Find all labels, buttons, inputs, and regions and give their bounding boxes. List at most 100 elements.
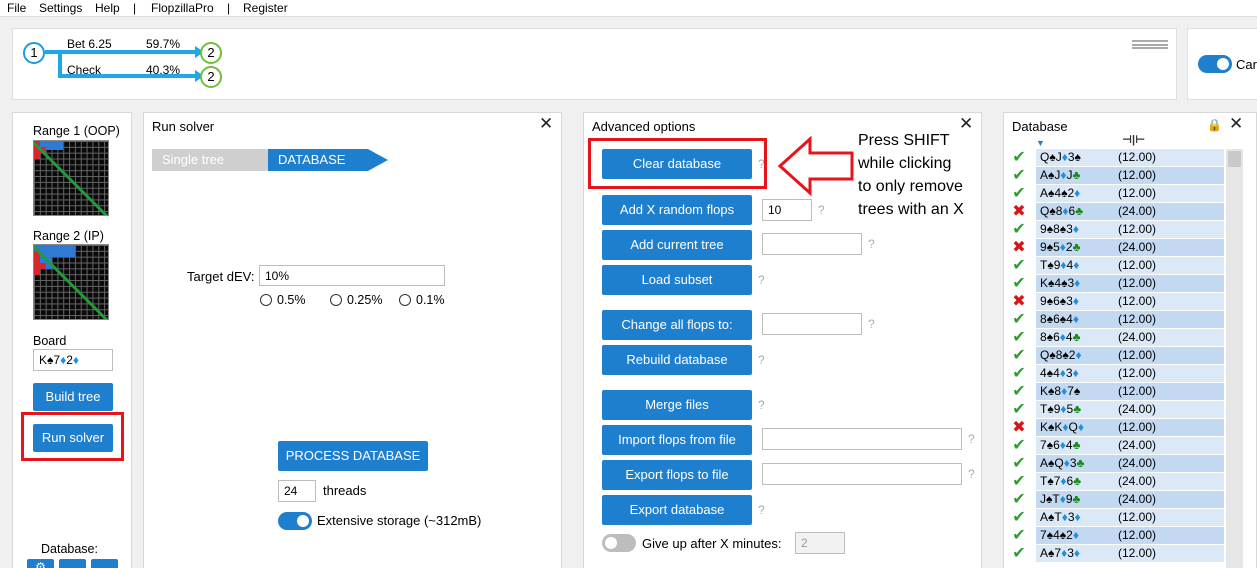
list-item[interactable]: ✔ A♠Q♦3♣ (24.00) [1004, 455, 1244, 473]
checkmark-icon[interactable]: ✔ [1010, 167, 1028, 185]
list-item[interactable]: ✔ K♠4♠3♦ (12.00) [1004, 275, 1244, 293]
list-item[interactable]: ✔ 8♠6♦4♣ (24.00) [1004, 329, 1244, 347]
help-icon[interactable]: ? [758, 353, 765, 367]
menu-settings[interactable]: Settings [39, 1, 82, 15]
give-up-toggle[interactable] [602, 534, 636, 552]
checkmark-icon[interactable]: ✔ [1010, 473, 1028, 491]
checkmark-icon[interactable]: ✔ [1010, 149, 1028, 167]
menu-help[interactable]: Help [95, 1, 120, 15]
export-database-button[interactable]: Export database [602, 495, 752, 525]
checkmark-icon[interactable]: ✔ [1010, 185, 1028, 203]
checkmark-icon[interactable]: ✔ [1010, 257, 1028, 275]
help-icon[interactable]: ? [868, 237, 875, 251]
import-flops-input[interactable] [762, 428, 962, 450]
list-item[interactable]: ✔ 8♠6♠4♦ (12.00) [1004, 311, 1244, 329]
random-flops-count-input[interactable]: 10 [762, 199, 812, 221]
list-item[interactable]: ✔ K♠8♦7♠ (12.00) [1004, 383, 1244, 401]
checkmark-icon[interactable]: ✔ [1010, 383, 1028, 401]
checkmark-icon[interactable]: ✔ [1010, 509, 1028, 527]
give-up-minutes-input[interactable]: 2 [795, 532, 845, 554]
checkmark-icon[interactable]: ✔ [1010, 221, 1028, 239]
checkmark-icon[interactable]: ✔ [1010, 527, 1028, 545]
export-flops-input[interactable] [762, 463, 962, 485]
import-flops-button[interactable]: Import flops from file [602, 425, 752, 455]
database-tool-icon[interactable] [91, 559, 118, 568]
close-icon[interactable]: ✕ [1229, 114, 1243, 134]
list-item[interactable]: ✔ J♠T♦9♣ (24.00) [1004, 491, 1244, 509]
checkmark-icon[interactable]: ✔ [1010, 311, 1028, 329]
target-dev-input[interactable]: 10% [259, 265, 445, 286]
menu-file[interactable]: File [7, 1, 26, 15]
card-toggle[interactable] [1198, 55, 1232, 73]
database-tool-icon[interactable] [59, 559, 86, 568]
range2-matrix[interactable] [33, 244, 109, 320]
help-icon[interactable]: ? [758, 273, 765, 287]
list-item[interactable]: ✖ 9♠6♠3♦ (12.00) [1004, 293, 1244, 311]
checkmark-icon[interactable]: ✔ [1010, 437, 1028, 455]
list-item[interactable]: ✔ Q♠J♦3♠ (12.00) [1004, 149, 1244, 167]
list-item[interactable]: ✖ K♠K♦Q♦ (12.00) [1004, 419, 1244, 437]
list-item[interactable]: ✖ Q♠8♦6♣ (24.00) [1004, 203, 1244, 221]
help-icon[interactable]: ? [968, 467, 975, 481]
weight-icon[interactable]: ⊣|⊢ [1122, 133, 1145, 146]
list-item[interactable]: ✔ T♠9♦4♦ (12.00) [1004, 257, 1244, 275]
x-mark-icon[interactable]: ✖ [1010, 419, 1028, 437]
database-scrollbar[interactable] [1226, 149, 1243, 568]
help-icon[interactable]: ? [758, 503, 765, 517]
radio-05[interactable] [260, 294, 272, 306]
radio-01[interactable] [399, 294, 411, 306]
checkmark-icon[interactable]: ✔ [1010, 401, 1028, 419]
build-tree-button[interactable]: Build tree [33, 383, 113, 411]
menu-register[interactable]: Register [243, 1, 288, 15]
list-item[interactable]: ✔ A♠7♦3♦ (12.00) [1004, 545, 1244, 563]
change-all-flops-input[interactable] [762, 313, 862, 335]
checkmark-icon[interactable]: ✔ [1010, 491, 1028, 509]
list-item[interactable]: ✔ 7♠6♦4♣ (24.00) [1004, 437, 1244, 455]
close-icon[interactable]: ✕ [539, 114, 553, 134]
list-item[interactable]: ✔ 4♠4♦3♦ (12.00) [1004, 365, 1244, 383]
list-item[interactable]: ✔ T♠9♦5♣ (24.00) [1004, 401, 1244, 419]
menu-flopzillapro[interactable]: FlopzillaPro [151, 1, 214, 15]
checkmark-icon[interactable]: ✔ [1010, 365, 1028, 383]
change-all-flops-button[interactable]: Change all flops to: [602, 310, 752, 340]
threads-input[interactable]: 24 [278, 480, 316, 502]
help-icon[interactable]: ? [968, 432, 975, 446]
list-item[interactable]: ✔ 7♠4♠2♦ (12.00) [1004, 527, 1244, 545]
load-subset-button[interactable]: Load subset [602, 265, 752, 295]
checkmark-icon[interactable]: ✔ [1010, 329, 1028, 347]
extensive-storage-toggle[interactable] [278, 512, 312, 530]
export-flops-button[interactable]: Export flops to file [602, 460, 752, 490]
sort-icon[interactable]: ▼ [1036, 138, 1045, 148]
tree-child-node-check[interactable]: 2 [200, 66, 222, 88]
add-current-tree-button[interactable]: Add current tree [602, 230, 752, 260]
tab-database[interactable]: DATABASE [268, 149, 368, 171]
help-icon[interactable]: ? [818, 203, 825, 217]
process-database-button[interactable]: PROCESS DATABASE [278, 441, 428, 471]
tree-child-node-bet[interactable]: 2 [200, 42, 222, 64]
x-mark-icon[interactable]: ✖ [1010, 293, 1028, 311]
rebuild-database-button[interactable]: Rebuild database [602, 345, 752, 375]
tab-single-tree[interactable]: Single tree [152, 149, 267, 171]
checkmark-icon[interactable]: ✔ [1010, 275, 1028, 293]
drag-handle-icon[interactable] [1132, 40, 1168, 49]
merge-files-button[interactable]: Merge files [602, 390, 752, 420]
list-item[interactable]: ✔ A♠4♠2♦ (12.00) [1004, 185, 1244, 203]
board-input[interactable]: K♠7♦2♦ [33, 349, 113, 371]
add-random-flops-button[interactable]: Add X random flops [602, 195, 752, 225]
checkmark-icon[interactable]: ✔ [1010, 455, 1028, 473]
list-item[interactable]: ✔ A♠T♦3♦ (12.00) [1004, 509, 1244, 527]
radio-025[interactable] [330, 294, 342, 306]
list-item[interactable]: ✖ 9♠5♦2♣ (24.00) [1004, 239, 1244, 257]
list-item[interactable]: ✔ Q♠8♠2♦ (12.00) [1004, 347, 1244, 365]
range1-matrix[interactable] [33, 140, 109, 216]
database-settings-icon[interactable]: ⚙ [27, 559, 54, 568]
x-mark-icon[interactable]: ✖ [1010, 203, 1028, 221]
help-icon[interactable]: ? [758, 398, 765, 412]
list-item[interactable]: ✔ 9♠8♠3♦ (12.00) [1004, 221, 1244, 239]
checkmark-icon[interactable]: ✔ [1010, 545, 1028, 563]
tree-root-node[interactable]: 1 [23, 42, 45, 64]
list-item[interactable]: ✔ A♠J♦J♣ (12.00) [1004, 167, 1244, 185]
help-icon[interactable]: ? [868, 317, 875, 331]
lock-icon[interactable]: 🔒 [1207, 118, 1222, 132]
x-mark-icon[interactable]: ✖ [1010, 239, 1028, 257]
